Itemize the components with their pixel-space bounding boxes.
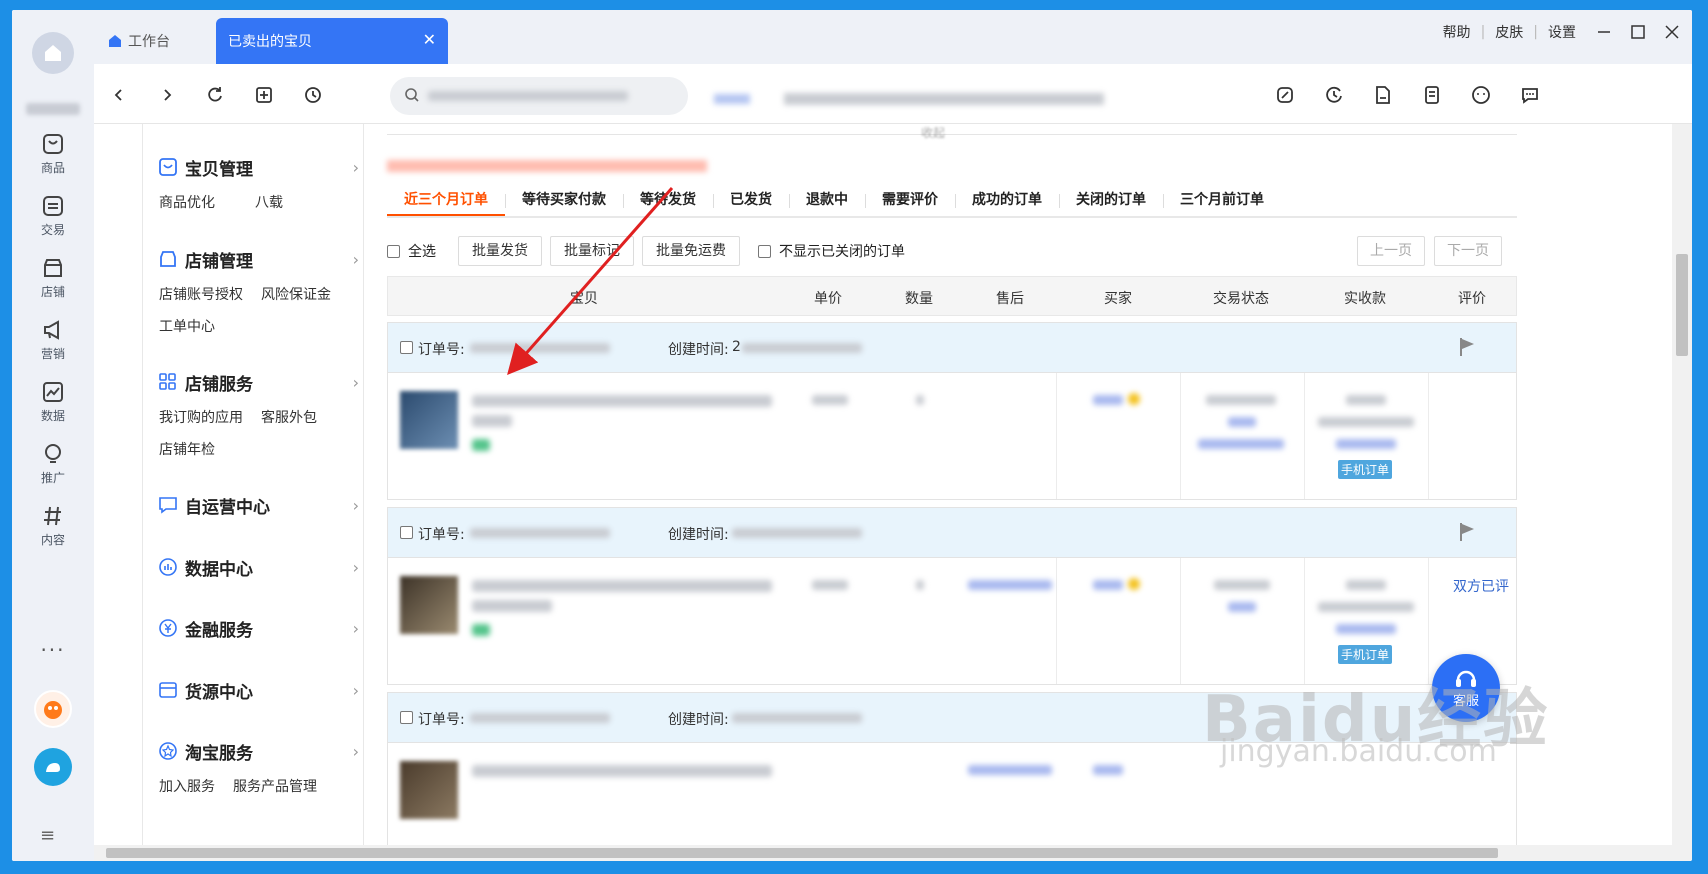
vertical-scrollbar[interactable] (1672, 124, 1692, 861)
horizontal-scrollbar[interactable] (94, 845, 1672, 861)
app-window: 商品 交易 店铺 营销 数据 推广 内容 ··· ≡ 工作台 已卖出的宝贝 ✕ … (12, 10, 1692, 861)
scrollbar-thumb[interactable] (1676, 254, 1688, 356)
watermark-url: jingyan.baidu.com (1220, 734, 1497, 769)
scrollbar-thumb[interactable] (106, 848, 1498, 858)
